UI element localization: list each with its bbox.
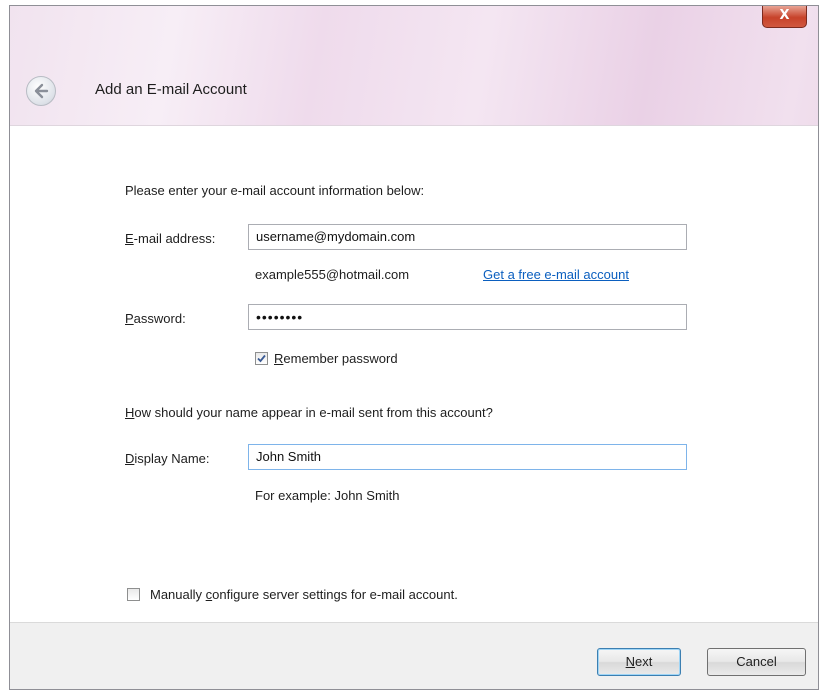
back-button[interactable]: [26, 76, 56, 106]
dialog-footer: Next Cancel: [10, 622, 818, 689]
display-name-example: For example: John Smith: [255, 488, 400, 503]
password-input[interactable]: ••••••••: [248, 304, 687, 330]
display-name-input[interactable]: John Smith: [248, 444, 687, 470]
close-button[interactable]: X: [762, 6, 807, 28]
email-example-text: example555@hotmail.com: [255, 267, 410, 282]
form-panel: Please enter your e-mail account informa…: [10, 125, 818, 623]
cancel-button[interactable]: Cancel: [707, 648, 806, 676]
next-button[interactable]: Next: [597, 648, 681, 676]
display-name-question: How should your name appear in e-mail se…: [125, 405, 493, 420]
close-icon: X: [779, 8, 790, 23]
manual-configure-label[interactable]: Manually configure server settings for e…: [150, 587, 458, 602]
remember-password-checkbox[interactable]: [255, 352, 268, 365]
back-arrow-icon: [34, 83, 49, 99]
remember-password-label[interactable]: Remember password: [274, 351, 398, 366]
add-email-account-dialog: X Add an E-mail Account Please enter you…: [9, 5, 819, 690]
display-name-label: Display Name:: [125, 451, 210, 466]
window-title: Add an E-mail Account: [95, 81, 247, 98]
email-address-label: E-mail address:: [125, 231, 216, 246]
manual-configure-checkbox[interactable]: [127, 588, 140, 601]
email-address-input[interactable]: username@mydomain.com: [248, 224, 687, 250]
get-free-email-link[interactable]: Get a free e-mail account: [483, 267, 629, 282]
checkmark-icon: [257, 354, 266, 363]
intro-text: Please enter your e-mail account informa…: [125, 183, 425, 198]
password-label: Password:: [125, 311, 186, 326]
